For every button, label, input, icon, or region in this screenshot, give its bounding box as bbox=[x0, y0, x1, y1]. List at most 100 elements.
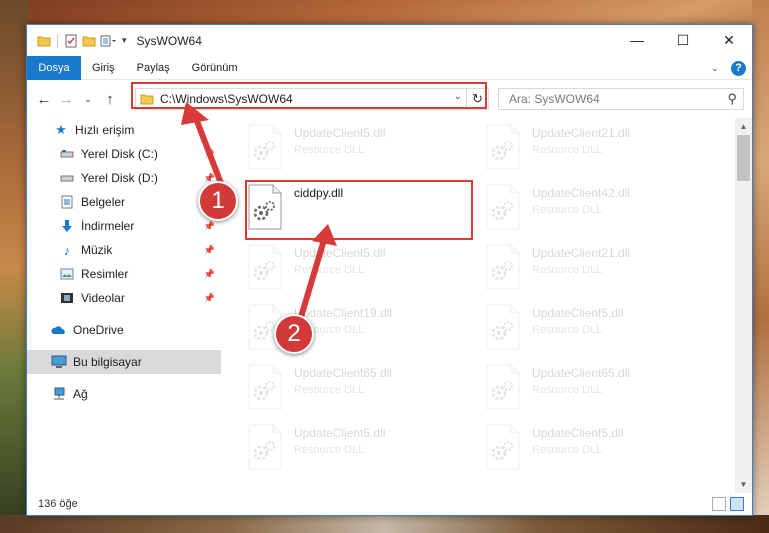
maximize-button[interactable]: ☐ bbox=[660, 25, 706, 55]
dll-file-icon bbox=[485, 304, 521, 350]
sidebar-item-network[interactable]: Ağ bbox=[27, 382, 221, 406]
scrollbar-thumb[interactable] bbox=[737, 135, 750, 181]
step-2-badge: 2 bbox=[274, 314, 314, 354]
new-folder-icon[interactable] bbox=[82, 34, 96, 48]
sidebar-item-label: Resimler bbox=[81, 267, 129, 281]
window-title: SysWOW64 bbox=[136, 33, 202, 48]
scroll-down-icon[interactable]: ▼ bbox=[735, 476, 752, 493]
file-item[interactable]: UpdateClient5.dll Resource DLL bbox=[223, 120, 443, 174]
dll-file-icon bbox=[247, 124, 283, 170]
navigation-pane: ★ Hızlı erişim Yerel Disk (C:) 📌 Yerel D… bbox=[27, 118, 221, 493]
dll-file-icon bbox=[247, 244, 283, 290]
quick-access-toolbar: ▾ bbox=[27, 33, 127, 48]
star-icon: ★ bbox=[55, 122, 67, 137]
file-item[interactable]: UpdateClient42.dll Resource DLL bbox=[461, 180, 681, 234]
file-item[interactable]: UpdateClient5.dll Resource DLL bbox=[461, 420, 681, 474]
sidebar-item-videos[interactable]: Videolar 📌 bbox=[27, 286, 221, 310]
file-name: UpdateClient5.dll bbox=[294, 246, 386, 260]
tab-home[interactable]: Giriş bbox=[81, 62, 126, 74]
drive-icon bbox=[59, 170, 75, 186]
dll-file-icon bbox=[247, 424, 283, 470]
tab-view[interactable]: Görünüm bbox=[181, 62, 249, 74]
vertical-scrollbar[interactable]: ▲ ▼ bbox=[735, 118, 752, 493]
pin-icon[interactable]: 📌 bbox=[204, 149, 215, 160]
computer-icon bbox=[51, 354, 67, 370]
file-type: Resource DLL bbox=[532, 144, 603, 156]
scroll-up-icon[interactable]: ▲ bbox=[735, 118, 752, 135]
up-button[interactable]: ↑ bbox=[99, 91, 121, 108]
sidebar-item-label: Belgeler bbox=[81, 195, 126, 209]
close-button[interactable]: ✕ bbox=[706, 25, 752, 55]
desktop-background-bottom bbox=[0, 515, 769, 533]
file-type: Resource DLL bbox=[532, 384, 603, 396]
file-item[interactable]: UpdateClient5.dll Resource DLL bbox=[223, 420, 443, 474]
file-name: UpdateClient42.dll bbox=[532, 186, 631, 200]
dll-file-icon bbox=[247, 364, 283, 410]
file-name: UpdateClient19.dll bbox=[294, 306, 393, 320]
onedrive-icon bbox=[51, 322, 67, 338]
sidebar-item-music[interactable]: ♪ Müzik 📌 bbox=[27, 238, 221, 262]
file-type: Resource DLL bbox=[532, 324, 603, 336]
properties-icon[interactable] bbox=[64, 34, 78, 48]
sidebar-item-label: Ağ bbox=[73, 387, 88, 401]
help-icon[interactable]: ? bbox=[731, 60, 746, 76]
file-name: UpdateClient21.dll bbox=[532, 246, 631, 260]
sidebar-item-this-pc[interactable]: Bu bilgisayar bbox=[27, 350, 221, 374]
pin-icon[interactable]: 📌 bbox=[204, 245, 215, 256]
file-item[interactable]: UpdateClient5.dll Resource DLL bbox=[461, 300, 681, 354]
large-icons-view-button[interactable] bbox=[730, 497, 744, 511]
file-highlight bbox=[245, 180, 473, 240]
content-area: ★ Hızlı erişim Yerel Disk (C:) 📌 Yerel D… bbox=[27, 118, 752, 493]
file-item[interactable]: UpdateClient5.dll Resource DLL bbox=[223, 240, 443, 294]
tab-file[interactable]: Dosya bbox=[27, 55, 81, 80]
chevron-down-icon[interactable]: ▾ bbox=[122, 35, 127, 46]
file-name: UpdateClient21.dll bbox=[532, 126, 631, 140]
step-1-badge: 1 bbox=[198, 181, 238, 221]
tab-share[interactable]: Paylaş bbox=[126, 62, 181, 74]
back-button[interactable]: ← bbox=[33, 91, 55, 108]
sidebar-item-pictures[interactable]: Resimler 📌 bbox=[27, 262, 221, 286]
status-bar: 136 öğe bbox=[27, 493, 752, 515]
file-type: Resource DLL bbox=[294, 144, 365, 156]
sidebar-item-label: Videolar bbox=[81, 291, 125, 305]
sidebar-item-label: İndirmeler bbox=[81, 219, 135, 233]
file-name: UpdateClient5.dll bbox=[532, 306, 624, 320]
search-input[interactable]: Ara: SysWOW64 bbox=[509, 92, 600, 106]
search-box[interactable]: Ara: SysWOW64 ⚲ bbox=[498, 88, 744, 110]
forward-button[interactable]: → bbox=[55, 91, 77, 108]
window-controls: — ☐ ✕ bbox=[614, 25, 752, 55]
pin-icon[interactable]: 📌 bbox=[204, 293, 215, 304]
dll-file-icon bbox=[485, 184, 521, 230]
search-icon[interactable]: ⚲ bbox=[727, 91, 737, 107]
sidebar-item-label: Bu bilgisayar bbox=[73, 355, 142, 369]
expand-ribbon-icon[interactable]: ⌄ bbox=[711, 63, 719, 74]
desktop-background-left bbox=[0, 0, 28, 533]
sidebar-item-quick-access[interactable]: ★ Hızlı erişim bbox=[27, 118, 221, 142]
pictures-icon bbox=[59, 266, 75, 282]
sidebar-item-documents[interactable]: Belgeler 📌 bbox=[27, 190, 221, 214]
sidebar-item-label: Hızlı erişim bbox=[75, 123, 135, 137]
pin-icon[interactable]: 📌 bbox=[204, 269, 215, 280]
file-type: Resource DLL bbox=[532, 204, 603, 216]
file-item[interactable]: UpdateClient19.dll Resource DLL bbox=[223, 300, 443, 354]
title-bar: ▾ SysWOW64 — ☐ ✕ bbox=[27, 25, 752, 56]
sidebar-item-downloads[interactable]: İndirmeler 📌 bbox=[27, 214, 221, 238]
recent-locations-button[interactable]: ⌄ bbox=[77, 94, 99, 105]
documents-icon bbox=[59, 194, 75, 210]
sidebar-item-onedrive[interactable]: OneDrive bbox=[27, 318, 221, 342]
details-view-button[interactable] bbox=[712, 497, 726, 511]
sidebar-item-label: Yerel Disk (D:) bbox=[81, 171, 158, 185]
minimize-button[interactable]: — bbox=[614, 25, 660, 55]
file-item[interactable]: UpdateClient21.dll Resource DLL bbox=[461, 240, 681, 294]
sidebar-item-local-disk-d[interactable]: Yerel Disk (D:) 📌 bbox=[27, 166, 221, 190]
address-bar-highlight bbox=[131, 82, 487, 109]
file-item[interactable]: UpdateClient65.dll Resource DLL bbox=[461, 360, 681, 414]
pin-icon[interactable]: 📌 bbox=[204, 221, 215, 232]
customize-toolbar-icon[interactable] bbox=[100, 34, 116, 48]
file-type: Resource DLL bbox=[532, 444, 603, 456]
file-item[interactable]: UpdateClient65.dll Resource DLL bbox=[223, 360, 443, 414]
sidebar-item-local-disk-c[interactable]: Yerel Disk (C:) 📌 bbox=[27, 142, 221, 166]
toolbar-separator bbox=[57, 33, 58, 48]
file-item[interactable]: UpdateClient21.dll Resource DLL bbox=[461, 120, 681, 174]
drive-icon bbox=[59, 146, 75, 162]
